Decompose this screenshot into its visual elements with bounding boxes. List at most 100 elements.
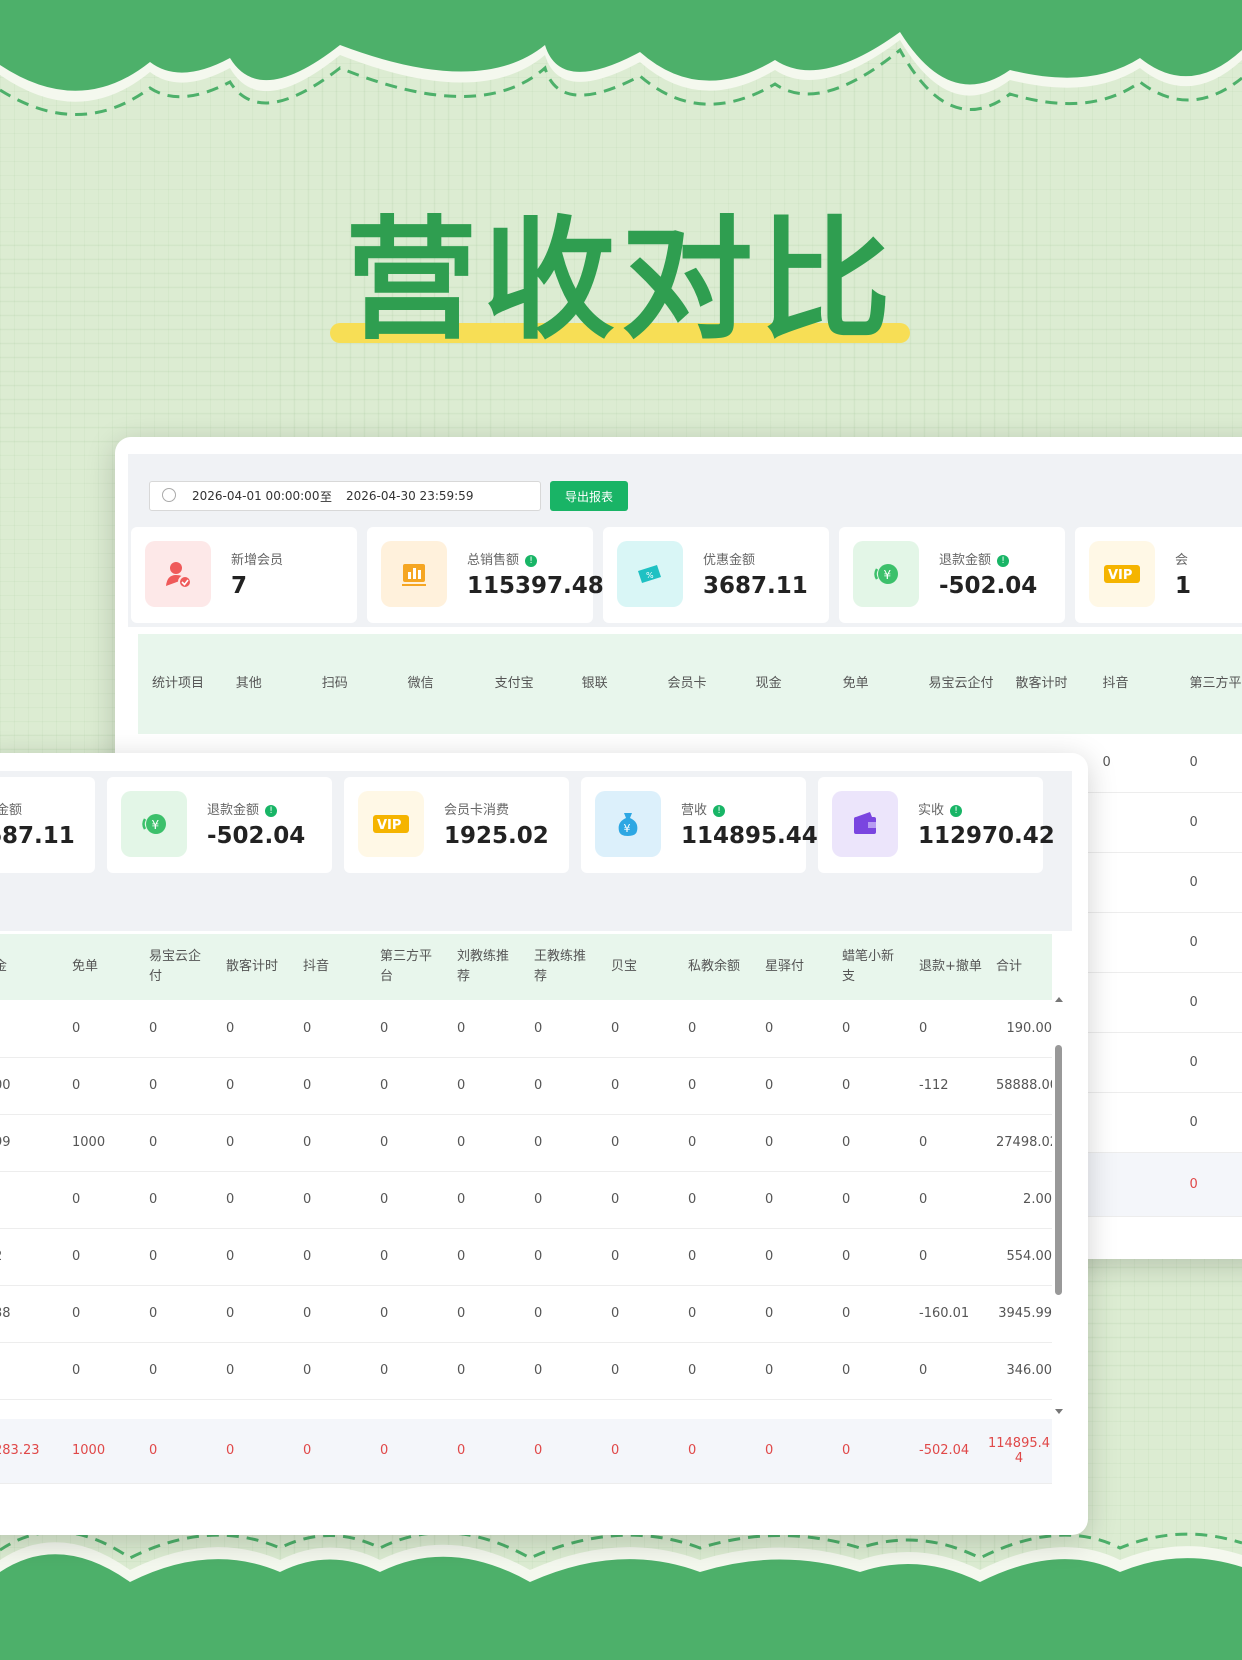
table-cell: 0	[58, 1285, 135, 1343]
table-cell: 0	[674, 1342, 751, 1400]
table-cell: 0	[212, 1000, 289, 1058]
table-cell: 0	[751, 1171, 828, 1229]
table-cell: 0	[828, 1342, 905, 1400]
column-header[interactable]: 支付宝	[480, 634, 568, 734]
column-header[interactable]: 扫码	[307, 634, 394, 734]
table-cell: 0	[1175, 792, 1242, 853]
info-icon[interactable]: !	[997, 555, 1010, 567]
card-label: 会	[1175, 553, 1189, 568]
table-cell: 1000	[58, 1114, 135, 1172]
table-cell: 0	[366, 1342, 443, 1400]
table-cell: 0	[135, 1342, 212, 1400]
column-header[interactable]: 星驿付	[751, 934, 828, 1000]
column-header[interactable]: 抖音	[1088, 634, 1176, 734]
column-header[interactable]: 退款+撤单	[905, 934, 982, 1000]
table-cell: 0	[597, 1342, 674, 1400]
column-header[interactable]: 金	[0, 934, 58, 1000]
table-cell: 0	[212, 1342, 289, 1400]
table-cell	[1088, 792, 1176, 853]
column-header[interactable]: 散客计时	[212, 934, 289, 1000]
column-header[interactable]: 贝宝	[597, 934, 674, 1000]
table-cell: 0	[1175, 972, 1242, 1033]
card-label: 新增会员	[231, 553, 284, 568]
column-header[interactable]: 易宝云企付	[914, 634, 1002, 734]
column-header[interactable]: 会员卡	[653, 634, 742, 734]
summary-cell: 0	[751, 1419, 828, 1484]
column-header[interactable]: 易宝云企付	[135, 934, 212, 1000]
date-range-picker[interactable]: 2026-04-01 00:00:00 至 2026-04-30 23:59:5…	[149, 481, 541, 511]
date-separator: 至	[320, 490, 333, 504]
table-row: 3800000000000-160.013945.99	[0, 1285, 1052, 1343]
column-header[interactable]: 合计	[982, 934, 1052, 1000]
card-value: 115397.48	[467, 573, 604, 599]
column-header[interactable]: 微信	[393, 634, 481, 734]
summary-cell: 0	[597, 1419, 674, 1484]
column-header[interactable]: 刘教练推荐	[443, 934, 520, 1000]
card-value: 1925.02	[444, 823, 549, 849]
back-summary-card-0: 新增会员 7	[131, 527, 357, 623]
table-cell: 0	[751, 1114, 828, 1172]
date-end[interactable]: 2026-04-30 23:59:59	[346, 489, 473, 503]
table-cell: 0	[1175, 912, 1242, 973]
column-header[interactable]: 第三方平台	[366, 934, 443, 1000]
column-header[interactable]: 私教余额	[674, 934, 751, 1000]
table-cell: 0	[366, 1114, 443, 1172]
date-start[interactable]: 2026-04-01 00:00:00	[192, 489, 319, 503]
table-cell: 0	[597, 1171, 674, 1229]
column-header[interactable]: 第三方平台	[1175, 634, 1242, 734]
card-value: -502.04	[207, 823, 306, 849]
table-vertical-scrollbar[interactable]	[1052, 997, 1066, 1417]
export-report-button[interactable]: 导出报表	[550, 481, 628, 511]
front-summary-card-1: ¥ 退款金额! -502.04	[107, 777, 332, 873]
front-summary-card-2: VIP 会员卡消费 1925.02	[344, 777, 569, 873]
table-cell: 0	[828, 1171, 905, 1229]
top-scallop-decoration	[0, 0, 1242, 116]
front-report-content: %优惠金额3687.11¥退款金额!-502.04VIP会员卡消费1925.02…	[0, 771, 1072, 1535]
column-header[interactable]: 免单	[828, 634, 915, 734]
card-label: 会员卡消费	[444, 803, 510, 818]
table-cell: 0	[597, 1285, 674, 1343]
table-cell: 0	[212, 1114, 289, 1172]
member-icon	[145, 541, 211, 607]
table-cell: 0	[212, 1057, 289, 1115]
column-header[interactable]: 现金	[741, 634, 829, 734]
column-header[interactable]: 统计项目	[138, 634, 222, 734]
table-cell: 0	[289, 1000, 366, 1058]
column-header[interactable]: 王教练推荐	[520, 934, 597, 1000]
table-cell	[1088, 1032, 1176, 1093]
scroll-up-arrow-icon[interactable]	[1055, 997, 1063, 1002]
table-cell: 38	[0, 1285, 58, 1343]
table-cell: 0	[366, 1285, 443, 1343]
table-cell: 0	[135, 1171, 212, 1229]
column-header[interactable]: 免单	[58, 934, 135, 1000]
column-header[interactable]: 银联	[567, 634, 654, 734]
svg-text:VIP: VIP	[377, 818, 401, 833]
table-cell: 0	[828, 1285, 905, 1343]
table-cell: 0	[443, 1171, 520, 1229]
info-icon[interactable]: !	[265, 805, 278, 817]
table-cell	[0, 1171, 58, 1229]
table-cell: 0	[520, 1171, 597, 1229]
scrollbar-thumb[interactable]	[1055, 1045, 1062, 1295]
front-stats-table: 金免单 易宝云企付 散客计时 抖音 第三方平台 刘教练推荐 王教练推荐 贝宝 私教余额 星驿付 蜡笔…	[0, 934, 1058, 1484]
info-icon[interactable]: !	[525, 555, 538, 567]
column-header[interactable]: 抖音	[289, 934, 366, 1000]
column-header[interactable]: 其他	[221, 634, 308, 734]
table-cell: 0	[443, 1342, 520, 1400]
scroll-down-arrow-icon[interactable]	[1055, 1409, 1063, 1414]
info-icon[interactable]: !	[713, 805, 726, 817]
summary-cell: 0	[1175, 1152, 1242, 1217]
card-value: 3687.11	[703, 573, 808, 599]
table-cell: 0	[905, 1171, 982, 1229]
table-cell: 99	[0, 1114, 58, 1172]
table-cell	[1088, 912, 1176, 973]
table-cell: -112	[905, 1057, 982, 1115]
info-icon[interactable]: !	[950, 805, 963, 817]
table-cell: 0	[520, 1114, 597, 1172]
column-header[interactable]: 蜡笔小新支	[828, 934, 905, 1000]
table-cell: 0	[58, 1057, 135, 1115]
clock-icon	[162, 488, 176, 502]
table-cell: 0	[905, 1114, 982, 1172]
table-cell: 0	[751, 1342, 828, 1400]
column-header[interactable]: 散客计时	[1001, 634, 1089, 734]
